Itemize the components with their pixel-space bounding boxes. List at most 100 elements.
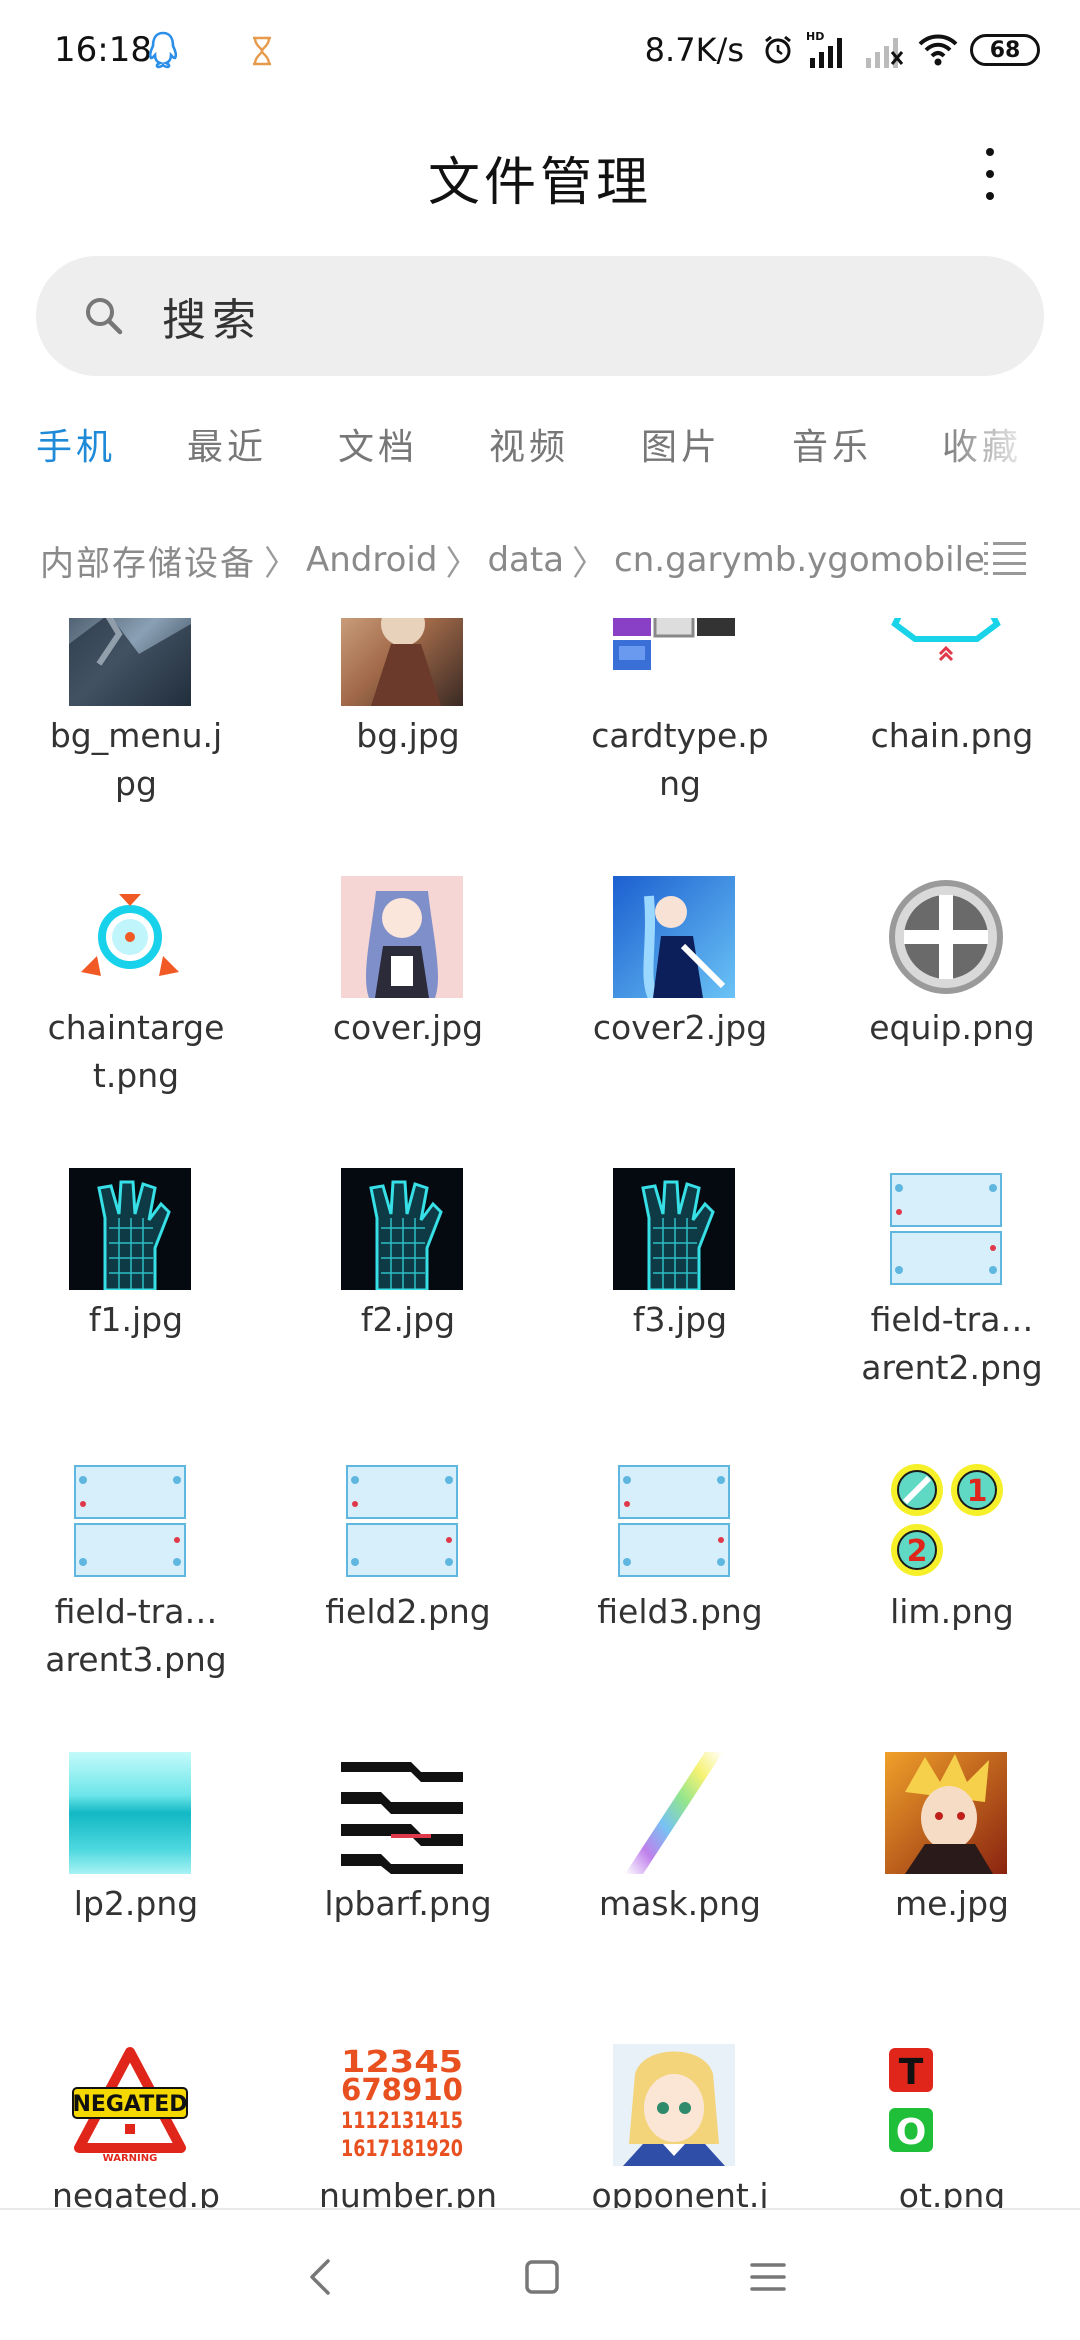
category-tabs: 手机 最近 文档 视频 图片 音乐 收藏 <box>0 418 1080 488</box>
navigation-bar <box>0 2210 1080 2340</box>
file-thumbnail <box>341 1752 463 1874</box>
file-item[interactable]: chain.png <box>816 618 1080 874</box>
file-item[interactable]: f3.jpg <box>544 1168 814 1458</box>
search-bar[interactable]: 搜索 <box>36 256 1044 376</box>
negated-label: NEGATED <box>72 2092 187 2117</box>
svg-text:678910: 678910 <box>341 2073 463 2108</box>
file-thumbnail <box>341 1460 463 1582</box>
search-input[interactable]: 搜索 <box>162 284 262 348</box>
file-thumbnail <box>613 2044 735 2166</box>
battery-level: 68 <box>989 37 1021 63</box>
file-thumbnail <box>69 1168 191 1290</box>
file-name: f2.jpg <box>360 1300 456 1339</box>
tab-music[interactable]: 音乐 <box>792 418 872 470</box>
breadcrumb-data[interactable]: data <box>487 540 564 580</box>
breadcrumb-internal-storage[interactable]: 内部存储设备 <box>40 536 256 585</box>
file-item[interactable]: opponent.j <box>544 2044 814 2208</box>
warning-label: WARNING <box>103 2153 158 2164</box>
file-item[interactable]: lp2.png <box>0 1752 270 2042</box>
status-time: 16:18 <box>54 30 152 70</box>
file-item[interactable]: cover.jpg <box>272 876 542 1166</box>
file-thumbnail <box>613 618 735 706</box>
file-name: equip.png <box>869 1008 1035 1047</box>
more-options-button[interactable] <box>970 148 1010 200</box>
back-icon[interactable] <box>300 2255 344 2299</box>
tab-videos[interactable]: 视频 <box>489 418 569 470</box>
file-name: lpbarf.png <box>324 1884 492 1923</box>
file-thumbnail: NEGATED WARNING <box>69 2044 191 2166</box>
file-name: cover2.jpg <box>592 1008 768 1047</box>
more-dot-icon <box>986 170 994 178</box>
status-right: 8.7K/s HD 68 <box>645 28 1040 72</box>
file-item[interactable]: f2.jpg <box>272 1168 542 1458</box>
file-item[interactable]: bg.jpg <box>272 618 542 874</box>
tab-documents[interactable]: 文档 <box>338 418 418 470</box>
file-name: bg.jpg <box>356 716 460 755</box>
file-item[interactable]: 1 2 lim.png <box>816 1460 1080 1750</box>
home-icon[interactable] <box>520 2255 564 2299</box>
file-thumbnail <box>885 1168 1007 1290</box>
file-thumbnail <box>69 876 191 998</box>
menu-icon[interactable] <box>746 2255 790 2299</box>
status-bar: 16:18 8.7K/s HD 68 <box>0 0 1080 100</box>
net-speed: 8.7K/s <box>644 31 744 69</box>
file-name: cover.jpg <box>332 1008 484 1047</box>
file-item[interactable]: 12345 678910 1112131415 1617181920 number.pn <box>272 2044 542 2208</box>
file-item[interactable]: equip.png <box>816 876 1080 1166</box>
file-item[interactable]: field-tra… arent2.png <box>816 1168 1080 1458</box>
page-title: 文件管理 <box>427 153 652 213</box>
tab-recent[interactable]: 最近 <box>187 418 267 470</box>
search-icon <box>86 298 123 335</box>
file-item[interactable]: mask.png <box>544 1752 814 2042</box>
file-thumbnail <box>613 876 735 998</box>
file-item[interactable]: cardtype.p ng <box>544 618 814 874</box>
file-name: chaintarge t.png <box>47 1008 225 1095</box>
file-name: cardtype.p ng <box>591 716 769 803</box>
breadcrumb-current-folder[interactable]: cn.garymb.ygomobile <box>614 540 985 580</box>
file-item[interactable]: bg_menu.j pg <box>0 618 270 874</box>
file-name: negated.p <box>51 2176 220 2208</box>
more-dot-icon <box>986 148 994 156</box>
file-item[interactable]: T Oot.png <box>816 2044 1080 2208</box>
tab-images[interactable]: 图片 <box>641 418 721 470</box>
file-thumbnail <box>341 1168 463 1290</box>
tab-phone[interactable]: 手机 <box>36 418 116 470</box>
file-item[interactable]: field2.png <box>272 1460 542 1750</box>
breadcrumb: 内部存储设备 〉 Android 〉 data 〉 cn.garymb.ygom… <box>40 536 985 584</box>
svg-text:1617181920: 1617181920 <box>341 2137 463 2162</box>
file-item[interactable]: NEGATED WARNING negated.p <box>0 2044 270 2208</box>
file-name: mask.png <box>599 1884 761 1923</box>
file-grid: bg_menu.j pg bg.jpg cardtype.p ng chain.png… <box>0 618 1080 2208</box>
file-name: lim.png <box>890 1592 1014 1631</box>
file-name: me.jpg <box>894 1884 1009 1923</box>
file-item[interactable]: field3.png <box>544 1460 814 1750</box>
more-dot-icon <box>986 192 994 200</box>
file-name: opponent.j <box>591 2176 769 2208</box>
file-thumbnail: TO <box>885 2044 1007 2166</box>
file-thumbnail: 12345 678910 1112131415 1617181920 <box>341 2044 463 2166</box>
file-name: field-tra… arent3.png <box>45 1592 227 1679</box>
file-item[interactable]: cover2.jpg <box>544 876 814 1166</box>
file-item[interactable]: field-tra… arent3.png <box>0 1460 270 1750</box>
file-thumbnail: 12 <box>885 1460 1007 1582</box>
file-thumbnail <box>613 1752 735 1874</box>
lim-number-2: 2 <box>907 1534 928 1569</box>
file-item[interactable]: me.jpg <box>816 1752 1080 2042</box>
breadcrumb-android[interactable]: Android <box>306 540 437 580</box>
list-view-icon[interactable] <box>984 540 1026 576</box>
file-thumbnail <box>69 1752 191 1874</box>
chevron-right-icon: 〉 <box>572 543 607 584</box>
file-thumbnail <box>885 618 1007 706</box>
battery-icon: 68 <box>970 34 1040 66</box>
hourglass-icon <box>253 36 271 66</box>
file-thumbnail <box>69 1460 191 1582</box>
file-item[interactable]: chaintarge t.png <box>0 876 270 1166</box>
file-name: field2.png <box>325 1592 491 1631</box>
file-item[interactable]: f1.jpg <box>0 1168 270 1458</box>
file-thumbnail <box>613 1460 735 1582</box>
file-item[interactable]: lpbarf.png <box>272 1752 542 2042</box>
file-name: chain.png <box>870 716 1034 755</box>
signal-empty-icon <box>866 38 904 68</box>
lim-number-1: 1 <box>967 1474 988 1509</box>
signal-hd-icon: HD <box>806 30 842 68</box>
